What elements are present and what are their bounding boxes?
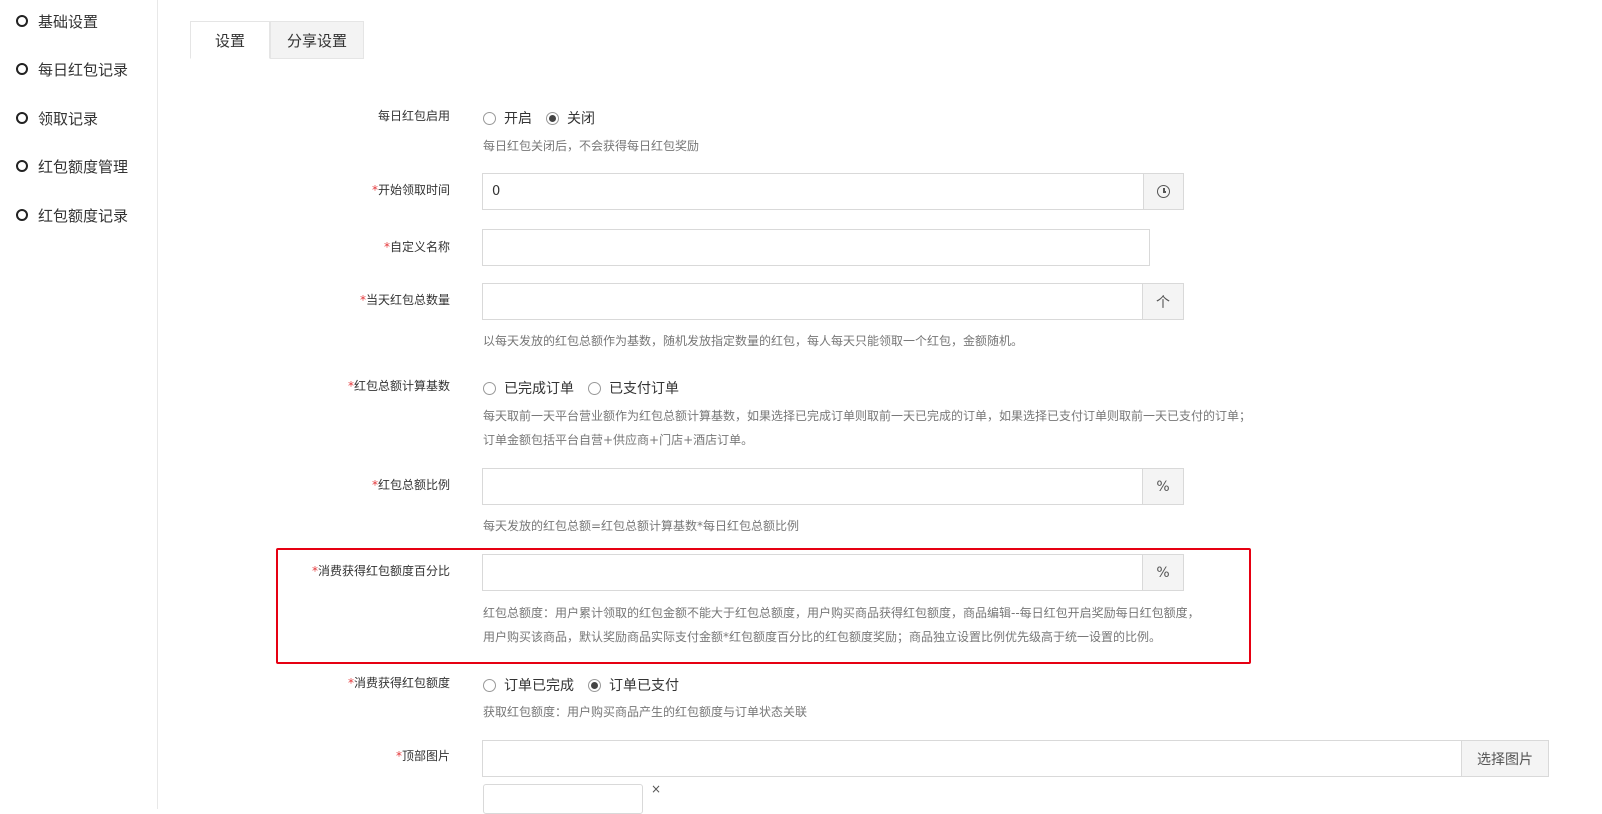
tab-settings[interactable]: 设置 (190, 21, 271, 59)
top-image-label: *顶部图片 (395, 749, 450, 763)
quota-percent-label: *消费获得红包额度百分比 (311, 564, 450, 578)
total-basis-help-2: 订单金额包括平台自营+供应商+门店+酒店订单。 (483, 433, 754, 447)
sidebar-item-label: 红包额度记录 (38, 206, 129, 225)
circle-icon (16, 63, 28, 75)
circle-icon (16, 160, 28, 172)
enable-radio-group: 开启 关闭 (483, 108, 595, 128)
percent-addon: % (1142, 468, 1184, 505)
enable-label: 每日红包启用 (377, 109, 450, 123)
top-image-input[interactable] (482, 740, 1462, 777)
radio-label: 已完成订单 (504, 381, 574, 397)
daily-total-count-input[interactable] (482, 283, 1143, 320)
custom-name-input[interactable] (482, 229, 1150, 266)
total-ratio-input[interactable] (482, 468, 1143, 505)
quota-percent-help-1: 红包总额度：用户累计领取的红包金额不能大于红包总额度，用户购买商品获得红包额度，… (483, 606, 1200, 620)
trigger-paid-radio[interactable]: 订单已支付 (588, 675, 679, 695)
custom-name-label: *自定义名称 (383, 240, 450, 254)
total-basis-label: *红包总额计算基数 (347, 379, 450, 393)
daily-total-count-label: *当天红包总数量 (359, 293, 450, 307)
image-thumbnail (483, 784, 643, 814)
quota-percent-input[interactable] (482, 554, 1143, 591)
radio-checked-icon (588, 678, 601, 692)
sidebar-item-label: 领取记录 (38, 109, 99, 128)
sidebar-item-quota-management[interactable]: 红包额度管理 (16, 154, 128, 178)
radio-label: 订单已支付 (609, 678, 679, 694)
trigger-completed-radio[interactable]: 订单已完成 (483, 675, 574, 695)
sidebar-item-label: 红包额度管理 (38, 157, 129, 176)
start-time-picker-button[interactable] (1143, 173, 1184, 210)
quota-trigger-help: 获取红包额度：用户购买商品产生的红包额度与订单状态关联 (483, 705, 808, 719)
circle-icon (16, 112, 28, 124)
quota-trigger-label: *消费获得红包额度 (347, 676, 450, 690)
circle-icon (16, 15, 28, 27)
start-time-label: *开始领取时间 (371, 183, 450, 197)
basis-paid-radio[interactable]: 已支付订单 (588, 378, 679, 398)
enable-help: 每日红包关闭后，不会获得每日红包奖励 (483, 139, 700, 153)
select-image-button[interactable]: 选择图片 (1461, 740, 1549, 777)
radio-icon (483, 111, 496, 125)
radio-label: 已支付订单 (609, 381, 679, 397)
tab-share-settings[interactable]: 分享设置 (270, 21, 365, 59)
count-unit-addon: 个 (1142, 283, 1184, 320)
sidebar-item-daily-records[interactable]: 每日红包记录 (16, 57, 128, 81)
radio-icon (588, 381, 601, 395)
basis-completed-radio[interactable]: 已完成订单 (483, 378, 574, 398)
tab-bar: 设置 分享设置 (190, 21, 365, 59)
radio-icon (483, 678, 496, 692)
start-time-input[interactable]: 0 (482, 173, 1144, 210)
total-basis-help-1: 每天取前一天平台营业额作为红包总额计算基数，如果选择已完成订单则取前一天已完成的… (483, 409, 1252, 423)
sidebar-item-basic-settings[interactable]: 基础设置 (16, 9, 98, 33)
clock-icon (1157, 185, 1170, 198)
quota-trigger-radio-group: 订单已完成 订单已支付 (483, 675, 679, 695)
circle-icon (16, 209, 28, 221)
radio-icon (483, 381, 496, 395)
enable-on-radio[interactable]: 开启 (483, 108, 532, 128)
remove-image-icon[interactable]: × (651, 782, 661, 796)
quota-percent-help-2: 用户购买该商品，默认奖励商品实际支付金额*红包额度百分比的红包额度奖励；商品独立… (483, 630, 1162, 644)
radio-label: 关闭 (567, 111, 595, 127)
sidebar-item-quota-records[interactable]: 红包额度记录 (16, 203, 128, 227)
total-basis-radio-group: 已完成订单 已支付订单 (483, 378, 679, 398)
percent-addon: % (1142, 554, 1184, 591)
enable-off-radio[interactable]: 关闭 (546, 108, 595, 128)
total-ratio-help: 每天发放的红包总额=红包总额计算基数*每日红包总额比例 (483, 519, 800, 533)
radio-label: 开启 (504, 111, 532, 127)
radio-checked-icon (546, 111, 559, 125)
daily-total-count-help: 以每天发放的红包总额作为基数，随机发放指定数量的红包，每人每天只能领取一个红包，… (483, 334, 1024, 348)
sidebar-item-label: 基础设置 (38, 12, 99, 31)
sidebar-item-claim-records[interactable]: 领取记录 (16, 106, 98, 130)
sidebar: 基础设置 每日红包记录 领取记录 红包额度管理 红包额度记录 (0, 0, 158, 809)
radio-label: 订单已完成 (504, 678, 574, 694)
sidebar-item-label: 每日红包记录 (38, 60, 129, 79)
total-ratio-label: *红包总额比例 (371, 478, 450, 492)
